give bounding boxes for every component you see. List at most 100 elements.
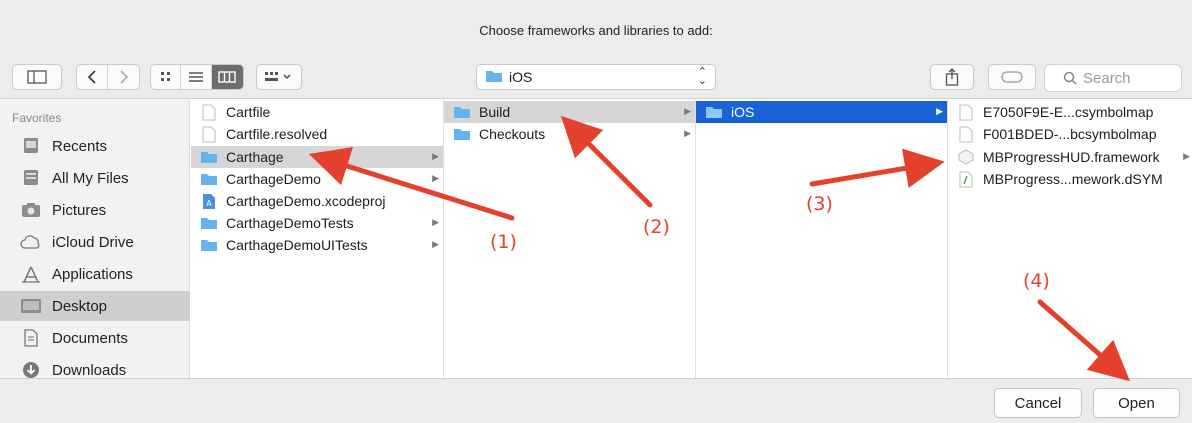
list-icon xyxy=(189,72,204,82)
list-item-carthagedemo[interactable]: CarthageDemo ▶ xyxy=(191,168,443,190)
document-icon xyxy=(957,126,975,142)
list-item-carthagedemouitests[interactable]: CarthageDemoUITests ▶ xyxy=(191,234,443,256)
list-item-checkouts[interactable]: Checkouts ▶ xyxy=(444,123,695,145)
folder-icon xyxy=(453,104,471,120)
view-mode-control xyxy=(150,64,244,90)
annotation-label-1: (1) xyxy=(490,231,517,253)
document-icon xyxy=(200,104,218,120)
column-ios: E7050F9E-E...csymbolmap F001BDED-...bcsy… xyxy=(948,99,1192,379)
disclosure-arrow-icon: ▶ xyxy=(432,151,439,161)
list-item-bcsymbolmap-2[interactable]: F001BDED-...bcsymbolmap xyxy=(948,123,1192,145)
tag-icon xyxy=(1001,71,1023,83)
disclosure-arrow-icon: ▶ xyxy=(432,217,439,227)
sidebar-item-applications[interactable]: Applications xyxy=(0,259,190,289)
disclosure-arrow-icon: ▶ xyxy=(684,106,691,116)
search-field[interactable]: Search xyxy=(1044,64,1182,92)
framework-icon xyxy=(957,149,975,165)
sidebar-item-label: Applications xyxy=(52,265,133,283)
disclosure-arrow-icon: ▶ xyxy=(1183,151,1190,161)
svg-text:A: A xyxy=(206,199,212,208)
sidebar-item-label: Recents xyxy=(52,137,108,155)
sidebar-item-label: iCloud Drive xyxy=(52,233,134,251)
folder-icon xyxy=(200,215,218,231)
folder-icon xyxy=(200,237,218,253)
sidebar-item-recents[interactable]: Recents xyxy=(0,131,190,161)
back-button[interactable] xyxy=(77,65,109,89)
folder-icon xyxy=(705,104,723,120)
search-icon xyxy=(1063,71,1077,85)
applications-icon xyxy=(20,265,42,283)
disclosure-arrow-icon: ▶ xyxy=(936,106,943,116)
share-icon xyxy=(945,68,959,86)
cloud-icon xyxy=(20,233,42,251)
sidebar-item-all-my-files[interactable]: All My Files xyxy=(0,163,190,193)
open-button[interactable]: Open xyxy=(1093,388,1180,418)
list-item-cartfile-resolved[interactable]: Cartfile.resolved xyxy=(191,123,443,145)
list-item-carthage[interactable]: Carthage ▶ xyxy=(191,146,443,168)
chevron-right-icon xyxy=(119,70,128,84)
list-item-xcodeproj[interactable]: A CarthageDemo.xcodeproj xyxy=(191,190,443,212)
annotation-label-4: (4) xyxy=(1023,270,1050,292)
grid-icon xyxy=(160,72,170,81)
xcodeproj-icon: A xyxy=(200,193,218,209)
column-build: iOS ▶ xyxy=(696,99,948,379)
list-item-carthagedemotests[interactable]: CarthageDemoTests ▶ xyxy=(191,212,443,234)
path-popup[interactable]: iOS ⌃ ⌄ xyxy=(476,64,716,90)
updown-chevron-icon: ⌃ ⌄ xyxy=(697,66,707,87)
columns-icon xyxy=(218,71,237,83)
tag-button[interactable] xyxy=(988,64,1036,90)
sidebar-item-label: Pictures xyxy=(52,201,107,219)
folder-icon xyxy=(200,171,218,187)
share-button[interactable] xyxy=(930,64,974,90)
search-placeholder: Search xyxy=(1083,69,1131,87)
sidebar: Favorites Recents All My Files Pictures … xyxy=(0,99,190,379)
desktop-icon xyxy=(20,297,42,315)
forward-button[interactable] xyxy=(108,65,139,89)
folder-icon xyxy=(453,126,471,142)
folder-icon xyxy=(485,69,503,86)
arrange-button[interactable] xyxy=(256,64,302,90)
list-item-ios[interactable]: iOS ▶ xyxy=(696,101,947,123)
back-forward-control xyxy=(76,64,140,90)
sidebar-item-icloud-drive[interactable]: iCloud Drive xyxy=(0,227,190,257)
column-carthage: Build ▶ Checkouts ▶ xyxy=(444,99,696,379)
file-browser: Favorites Recents All My Files Pictures … xyxy=(0,98,1192,379)
downloads-icon xyxy=(20,361,42,379)
list-item-cartfile[interactable]: Cartfile xyxy=(191,101,443,123)
annotation-label-3: (3) xyxy=(806,193,833,215)
chevron-left-icon xyxy=(87,70,96,84)
sidebar-toggle-button[interactable] xyxy=(12,64,62,90)
sidebar-item-label: All My Files xyxy=(52,169,129,187)
annotation-label-2: (2) xyxy=(643,216,670,238)
sidebar-item-label: Documents xyxy=(52,329,128,347)
disclosure-arrow-icon: ▶ xyxy=(432,173,439,183)
all-files-icon xyxy=(20,169,42,187)
folder-icon xyxy=(200,149,218,165)
sidebar-heading: Favorites xyxy=(12,111,62,125)
icon-view-button[interactable] xyxy=(151,65,182,89)
sidebar-item-label: Desktop xyxy=(52,297,108,315)
sidebar-item-desktop[interactable]: Desktop xyxy=(0,291,190,321)
list-view-button[interactable] xyxy=(181,65,212,89)
disclosure-arrow-icon: ▶ xyxy=(432,239,439,249)
recents-icon xyxy=(20,137,42,155)
toolbar: iOS ⌃ ⌄ Search xyxy=(0,60,1192,96)
sidebar-icon xyxy=(27,70,47,84)
list-item-build[interactable]: Build ▶ xyxy=(444,101,695,123)
documents-icon xyxy=(20,329,42,347)
arrange-icon xyxy=(265,72,291,81)
document-icon xyxy=(957,104,975,120)
list-item-mbprogress-dsym[interactable]: MBProgress...mework.dSYM xyxy=(948,168,1192,190)
column-project-root: Cartfile Cartfile.resolved Carthage ▶ Ca… xyxy=(191,99,444,379)
cancel-button[interactable]: Cancel xyxy=(994,388,1082,418)
list-item-bcsymbolmap-1[interactable]: E7050F9E-E...csymbolmap xyxy=(948,101,1192,123)
sidebar-item-documents[interactable]: Documents xyxy=(0,323,190,353)
path-label: iOS xyxy=(509,69,533,85)
dialog-footer: Cancel Open xyxy=(0,378,1192,423)
sidebar-item-label: Downloads xyxy=(52,361,127,379)
list-item-mbprogresshud-framework[interactable]: MBProgressHUD.framework ▶ xyxy=(948,146,1192,168)
sidebar-item-pictures[interactable]: Pictures xyxy=(0,195,190,225)
open-dialog: Choose frameworks and libraries to add: … xyxy=(0,0,1192,423)
dsym-icon xyxy=(957,171,975,187)
column-view-button[interactable] xyxy=(211,65,243,89)
